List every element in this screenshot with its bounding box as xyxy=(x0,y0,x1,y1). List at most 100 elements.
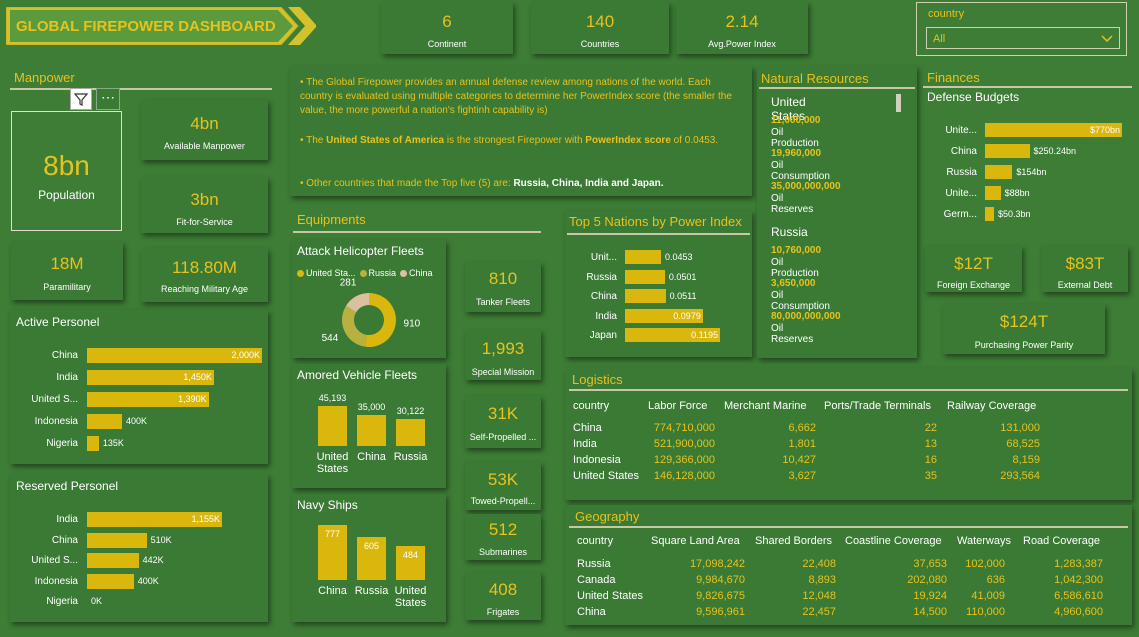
table-cell: 102,000 xyxy=(965,558,1005,570)
bar xyxy=(985,207,994,221)
section-underline xyxy=(569,526,1128,528)
kpi-label: Towed-Propell... xyxy=(470,496,536,506)
bar-label: China xyxy=(51,534,78,546)
bar-label: Indonesia xyxy=(34,575,78,587)
bar-value: 2,000K xyxy=(231,350,260,360)
table-cell: 6,586,610 xyxy=(1054,590,1103,602)
chart-title: Defense Budgets xyxy=(927,90,1020,104)
resource-value: 3,650,000 xyxy=(771,278,816,289)
kpi-value: 4bn xyxy=(190,114,219,133)
bar xyxy=(625,250,661,264)
resource-value: 35,000,000,000 xyxy=(771,181,841,192)
bar-value: 1,390K xyxy=(178,394,207,404)
resource-value: 80,000,000,000 xyxy=(771,311,841,322)
kpi-continent: 6 Continent xyxy=(381,2,513,54)
resource-value: 11,000,000 xyxy=(771,115,821,126)
bar-label: India xyxy=(595,310,617,322)
column-category: Russia xyxy=(393,451,428,463)
bar-label: China xyxy=(590,291,617,302)
bar xyxy=(87,532,147,548)
column-header: Labor Force xyxy=(648,400,708,412)
kpi-label: Available Manpower xyxy=(164,141,245,151)
dropdown-value: All xyxy=(933,33,946,45)
column-value: 605 xyxy=(363,541,380,552)
population-card[interactable]: 8bn Population xyxy=(11,111,122,231)
table-cell: 110,000 xyxy=(966,606,1005,618)
bar-value: 135K xyxy=(102,438,124,448)
table-cell: 12,048 xyxy=(802,590,836,602)
kpi-label: Continent xyxy=(427,39,467,49)
column-header: Road Coverage xyxy=(1023,535,1101,547)
table-cell: 4,960,600 xyxy=(1054,606,1103,618)
bar xyxy=(87,573,134,589)
table-cell: 1,042,300 xyxy=(1054,574,1103,586)
intro-text: is the strongest Firepower with xyxy=(444,135,586,146)
bar-label: United S... xyxy=(31,555,78,566)
donut-slice-label: 544 xyxy=(322,333,339,344)
table-cell: 10,427 xyxy=(782,454,816,466)
kpi-label: Special Mission xyxy=(471,367,535,377)
resource-label: Oil Consumption xyxy=(771,160,830,182)
column-value: 484 xyxy=(402,549,419,560)
intro-bold: PowerIndex score xyxy=(585,135,671,146)
bar-value: 0.0511 xyxy=(669,291,697,301)
equipments-title: Equipments xyxy=(297,212,366,227)
table-cell: 774,710,000 xyxy=(653,422,715,434)
table-cell: 521,900,000 xyxy=(653,438,715,450)
kpi-label: Tanker Fleets xyxy=(475,297,531,307)
bar-label: India xyxy=(56,372,78,383)
dashboard-title: GLOBAL FIREPOWER DASHBOARD xyxy=(16,18,276,35)
purchasing-power-parity-card: $124T Purchasing Power Parity xyxy=(943,304,1105,354)
table-cell: 16 xyxy=(924,454,937,466)
bar-value: $154bn xyxy=(1016,167,1047,177)
bar xyxy=(985,165,1013,179)
header-banner: GLOBAL FIREPOWER DASHBOARD xyxy=(6,7,316,45)
available-manpower-card: 4bn Available Manpower xyxy=(141,100,268,160)
bar-label: Russia xyxy=(586,271,617,283)
resource-value: 10,760,000 xyxy=(771,245,822,256)
kpi-label: Countries xyxy=(580,39,620,49)
table-cell: 8,893 xyxy=(808,574,836,586)
bar-label: Japan xyxy=(589,330,617,341)
armored-vehicle-chart: Amored Vehicle Fleets 45,193 United State… xyxy=(292,364,446,488)
country-dropdown[interactable]: All xyxy=(926,27,1120,49)
column-value: 30,122 xyxy=(396,406,425,417)
kpi-label: Foreign Exchange xyxy=(936,280,1011,290)
kpi-label: Avg.Power Index xyxy=(708,39,776,49)
table-row-label: China xyxy=(577,606,606,618)
chart-title-underline xyxy=(567,233,750,235)
active-personel-chart: Active Personel China 2,000K India 1,450K Un… xyxy=(10,310,268,464)
equipments-divider xyxy=(293,231,541,233)
kpi-label: External Debt xyxy=(1057,280,1113,290)
table-row-label: China xyxy=(573,422,602,434)
donut-slice xyxy=(364,293,397,347)
intro-paragraph-2: • The United States of America is the st… xyxy=(300,135,719,146)
bar-value: 400K xyxy=(126,416,148,426)
kpi-value: 18M xyxy=(50,254,84,273)
column-category: United States xyxy=(394,585,427,609)
bar-value: 0.0501 xyxy=(668,271,697,282)
intro-text: of 0.0453. xyxy=(670,135,719,146)
bar-value: 1,450K xyxy=(183,372,212,382)
kpi-label: Reaching Military Age xyxy=(160,284,249,294)
scrollbar[interactable] xyxy=(896,94,901,112)
chart-title: Reserved Personel xyxy=(16,479,119,493)
column-header: Shared Borders xyxy=(755,535,833,547)
column-header: Waterways xyxy=(957,535,1011,547)
bar xyxy=(985,144,1030,158)
geography-table-card: Geography country Square Land Area Shared … xyxy=(565,505,1132,625)
section-title: Natural Resources xyxy=(761,71,869,86)
paramilitary-card: 18M Paramilitary xyxy=(11,242,123,300)
kpi-avg-power-index: 2.14 Avg.Power Index xyxy=(676,2,808,54)
visual-filter-icon[interactable] xyxy=(70,88,92,110)
bar-value: 400K xyxy=(137,575,159,586)
table-cell: 22,408 xyxy=(802,558,836,570)
bar xyxy=(985,186,1001,200)
towed-propelled-card: 53K Towed-Propell... xyxy=(465,462,541,510)
more-options-icon[interactable]: ⋯ xyxy=(96,88,120,110)
table-cell: 1,801 xyxy=(788,438,816,450)
bar xyxy=(625,269,665,284)
bar-label: India xyxy=(56,514,78,525)
kpi-value: $12T xyxy=(954,254,993,273)
kpi-value: $124T xyxy=(999,312,1049,331)
